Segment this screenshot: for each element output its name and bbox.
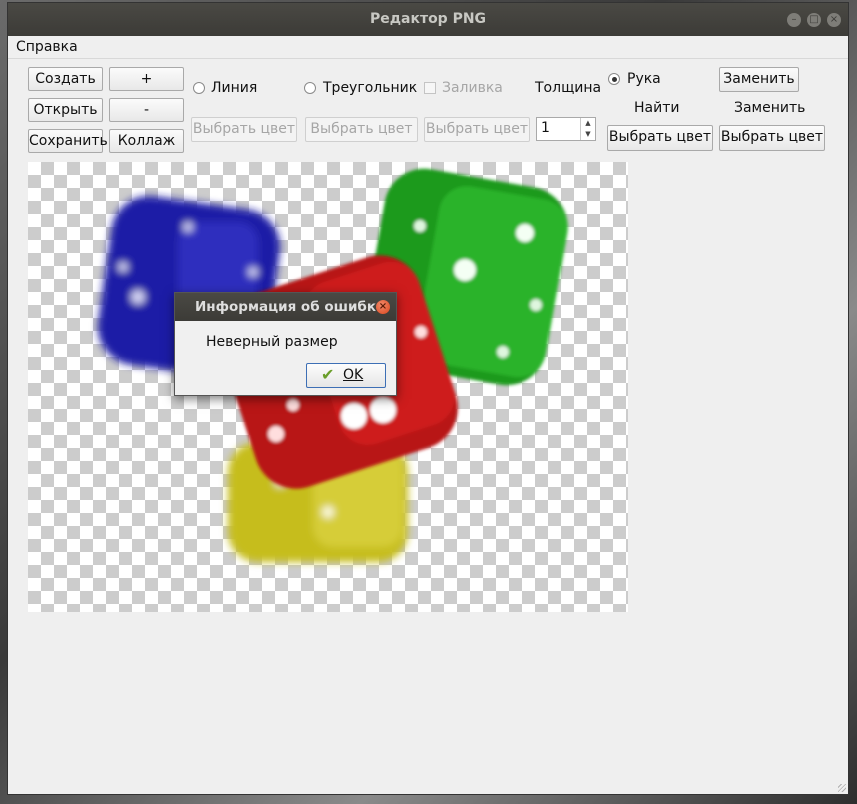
fill-label: Заливка bbox=[442, 80, 503, 96]
dialog-close-icon[interactable]: × bbox=[376, 300, 390, 314]
save-button[interactable]: Сохранить bbox=[28, 129, 108, 153]
main-window: – □ × Редактор PNG Справка Создать + Отк… bbox=[7, 2, 849, 795]
triangle-label: Треугольник bbox=[323, 80, 418, 96]
find-label: Найти bbox=[634, 100, 680, 116]
hand-label: Рука bbox=[627, 71, 661, 87]
zoom-in-button[interactable]: + bbox=[109, 67, 184, 91]
checkmark-icon: ✔ bbox=[321, 365, 335, 384]
ok-button[interactable]: ✔ OK bbox=[306, 363, 386, 388]
triangle-radio[interactable] bbox=[304, 82, 316, 94]
thickness-spinbox[interactable]: 1 ▲ ▼ bbox=[536, 117, 596, 141]
error-dialog: Информация об ошибке × Неверный размер ✔… bbox=[174, 292, 397, 396]
open-button[interactable]: Открыть bbox=[28, 98, 103, 122]
find-color-button[interactable]: Выбрать цвет bbox=[607, 125, 713, 151]
menu-help[interactable]: Справка bbox=[16, 39, 78, 55]
dialog-title-bar[interactable]: Информация об ошибке × bbox=[175, 293, 396, 321]
spin-arrows-icon[interactable]: ▲ ▼ bbox=[580, 118, 595, 140]
line-label: Линия bbox=[211, 80, 258, 96]
triangle-color-button[interactable]: Выбрать цвет bbox=[305, 117, 418, 142]
dialog-message: Неверный размер bbox=[206, 334, 338, 350]
line-radio[interactable] bbox=[193, 82, 205, 94]
replace-label: Заменить bbox=[734, 100, 806, 116]
fill-color-button[interactable]: Выбрать цвет bbox=[424, 117, 530, 142]
window-title: Редактор PNG bbox=[369, 11, 487, 27]
hand-radio[interactable] bbox=[608, 73, 620, 85]
dialog-title: Информация об ошибке bbox=[195, 299, 386, 315]
thickness-label: Толщина bbox=[535, 80, 602, 96]
fill-checkbox[interactable] bbox=[424, 82, 436, 94]
title-bar[interactable]: – □ × Редактор PNG bbox=[8, 3, 848, 36]
zoom-out-button[interactable]: - bbox=[109, 98, 184, 122]
replace-button[interactable]: Заменить bbox=[719, 67, 799, 92]
ok-label: OK bbox=[343, 367, 364, 383]
collage-button[interactable]: Коллаж bbox=[109, 129, 184, 153]
line-color-button[interactable]: Выбрать цвет bbox=[191, 117, 297, 142]
menu-bar: Справка bbox=[8, 36, 848, 59]
replace-color-button[interactable]: Выбрать цвет bbox=[719, 125, 825, 151]
thickness-value: 1 bbox=[541, 120, 550, 136]
create-button[interactable]: Создать bbox=[28, 67, 103, 91]
resize-grip-icon[interactable] bbox=[838, 784, 846, 792]
